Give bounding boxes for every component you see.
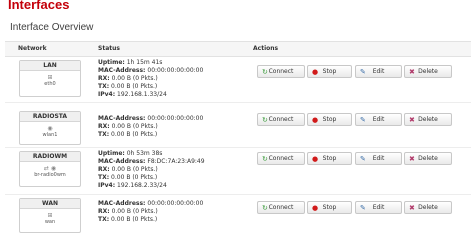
delete-button[interactable]: ✖ Delete bbox=[404, 65, 452, 78]
interface-status: Uptime: 1h 15m 41s MAC-Address: 00:00:00… bbox=[98, 59, 203, 99]
status-key: Uptime: bbox=[98, 59, 125, 66]
button-label: Edit bbox=[372, 116, 385, 123]
button-label: Edit bbox=[372, 204, 385, 211]
interface-status: Uptime: 0h 53m 38s MAC-Address: F8:DC:7A… bbox=[98, 150, 205, 190]
button-label: Stop bbox=[322, 116, 337, 123]
status-key: TX: bbox=[98, 216, 110, 223]
table-row: RADIOSTA ◉ wlan1 MAC-Address: 00:00:00:0… bbox=[5, 103, 471, 148]
section-title: Interface Overview bbox=[10, 22, 94, 33]
delete-button[interactable]: ✖ Delete bbox=[404, 113, 452, 126]
status-key: MAC-Address: bbox=[98, 158, 146, 165]
table-row: RADIOWM ⇄ ◉ br-radio0wm Uptime: 0h 53m 3… bbox=[5, 148, 471, 195]
table-row: LAN ⊞ eth0 Uptime: 1h 15m 41s MAC-Addres… bbox=[5, 57, 471, 103]
ethernet-port-icon: ⊞ bbox=[47, 212, 53, 219]
connect-button[interactable]: ↻ Connect bbox=[257, 201, 305, 214]
status-value: 0.00 B (0 Pkts.) bbox=[111, 131, 158, 138]
status-key: IPv4: bbox=[98, 91, 116, 98]
connect-button[interactable]: ↻ Connect bbox=[257, 152, 305, 165]
status-value: 0.00 B (0 Pkts.) bbox=[111, 208, 158, 215]
connect-button[interactable]: ↻ Connect bbox=[257, 65, 305, 78]
delete-button[interactable]: ✖ Delete bbox=[404, 152, 452, 165]
status-value: 0.00 B (0 Pkts.) bbox=[111, 166, 158, 173]
interface-badge-radiosta: RADIOSTA ◉ wlan1 bbox=[19, 111, 81, 145]
wireless-icon: ◉ bbox=[47, 125, 53, 132]
interface-device: wlan1 bbox=[42, 132, 58, 138]
status-value: 0.00 B (0 Pkts.) bbox=[111, 75, 158, 82]
status-key: RX: bbox=[98, 75, 110, 82]
status-value: 0.00 B (0 Pkts.) bbox=[111, 83, 158, 90]
button-label: Connect bbox=[268, 204, 294, 211]
status-value: F8:DC:7A:23:A9:49 bbox=[147, 158, 205, 165]
interface-badge-lan: LAN ⊞ eth0 bbox=[19, 60, 81, 97]
bridge-icon: ⇄ ◉ bbox=[43, 165, 57, 172]
button-label: Delete bbox=[418, 68, 438, 75]
interface-device: eth0 bbox=[44, 81, 56, 87]
stop-button[interactable]: ● Stop bbox=[307, 113, 352, 126]
status-key: RX: bbox=[98, 123, 110, 130]
column-header-actions: Actions bbox=[253, 45, 279, 52]
status-value: 0h 53m 38s bbox=[126, 150, 163, 157]
status-key: TX: bbox=[98, 174, 110, 181]
interface-name: RADIOWM bbox=[20, 152, 80, 162]
connect-button[interactable]: ↻ Connect bbox=[257, 113, 305, 126]
button-label: Connect bbox=[268, 155, 294, 162]
status-value: 00:00:00:00:00:00 bbox=[147, 200, 204, 207]
interface-name: RADIOSTA bbox=[20, 112, 80, 122]
button-label: Delete bbox=[418, 155, 438, 162]
button-label: Connect bbox=[268, 116, 294, 123]
status-value: 192.168.2.33/24 bbox=[117, 182, 167, 189]
status-key: RX: bbox=[98, 208, 110, 215]
page-title: Interfaces bbox=[8, 0, 70, 12]
status-key: TX: bbox=[98, 83, 110, 90]
button-label: Delete bbox=[418, 116, 438, 123]
interface-device: wan bbox=[44, 219, 56, 225]
interface-badge-radiowm: RADIOWM ⇄ ◉ br-radio0wm bbox=[19, 151, 81, 187]
status-value: 1h 15m 41s bbox=[126, 59, 163, 66]
column-header-network: Network bbox=[18, 45, 47, 52]
interface-badge-wan: WAN ⊞ wan bbox=[19, 198, 81, 233]
edit-button[interactable]: ✎ Edit bbox=[355, 65, 402, 78]
status-value: 0.00 B (0 Pkts.) bbox=[111, 123, 158, 130]
status-value: 192.168.1.33/24 bbox=[117, 91, 167, 98]
interface-status: MAC-Address: 00:00:00:00:00:00 RX: 0.00 … bbox=[98, 200, 203, 224]
edit-button[interactable]: ✎ Edit bbox=[355, 152, 402, 165]
status-value: 0.00 B (0 Pkts.) bbox=[111, 174, 158, 181]
button-label: Stop bbox=[322, 204, 337, 211]
table-row: WAN ⊞ wan MAC-Address: 00:00:00:00:00:00… bbox=[5, 195, 471, 240]
interface-status: MAC-Address: 00:00:00:00:00:00 RX: 0.00 … bbox=[98, 115, 203, 139]
edit-button[interactable]: ✎ Edit bbox=[355, 201, 402, 214]
status-key: MAC-Address: bbox=[98, 115, 146, 122]
delete-button[interactable]: ✖ Delete bbox=[404, 201, 452, 214]
button-label: Connect bbox=[268, 68, 294, 75]
status-value: 00:00:00:00:00:00 bbox=[147, 115, 204, 122]
button-label: Delete bbox=[418, 204, 438, 211]
interface-name: LAN bbox=[20, 61, 80, 71]
button-label: Edit bbox=[372, 68, 385, 75]
status-key: IPv4: bbox=[98, 182, 116, 189]
status-key: MAC-Address: bbox=[98, 67, 146, 74]
column-header-status: Status bbox=[98, 45, 120, 52]
ethernet-port-icon: ⊞ bbox=[47, 74, 53, 81]
button-label: Stop bbox=[322, 68, 337, 75]
stop-button[interactable]: ● Stop bbox=[307, 65, 352, 78]
button-label: Edit bbox=[372, 155, 385, 162]
interface-device: br-radio0wm bbox=[34, 172, 66, 178]
button-label: Stop bbox=[322, 155, 337, 162]
stop-button[interactable]: ● Stop bbox=[307, 152, 352, 165]
stop-button[interactable]: ● Stop bbox=[307, 201, 352, 214]
interface-name: WAN bbox=[20, 199, 80, 209]
status-key: RX: bbox=[98, 166, 110, 173]
status-value: 00:00:00:00:00:00 bbox=[147, 67, 204, 74]
edit-button[interactable]: ✎ Edit bbox=[355, 113, 402, 126]
status-key: Uptime: bbox=[98, 150, 125, 157]
status-key: TX: bbox=[98, 131, 110, 138]
status-key: MAC-Address: bbox=[98, 200, 146, 207]
table-header: Network Status Actions bbox=[5, 41, 471, 57]
status-value: 0.00 B (0 Pkts.) bbox=[111, 216, 158, 223]
